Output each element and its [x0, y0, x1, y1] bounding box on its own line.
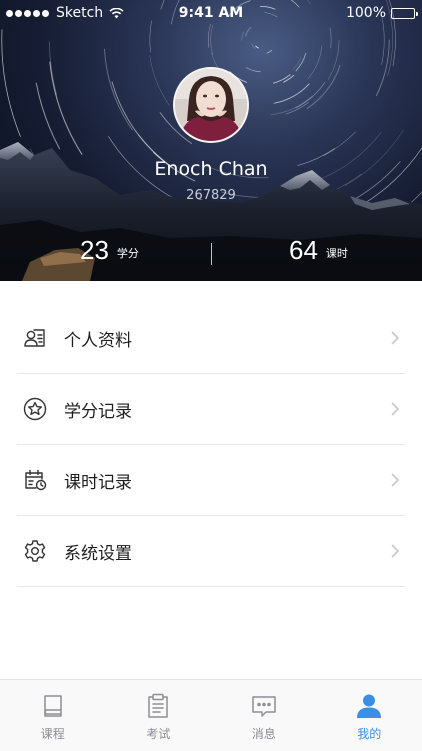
credits-unit: 学分 — [117, 245, 139, 261]
gear-icon — [22, 538, 48, 564]
hours-unit: 课时 — [326, 245, 348, 261]
chat-bubble-icon — [250, 692, 278, 720]
tab-mine[interactable]: 我的 — [317, 680, 422, 751]
menu-item-system-settings[interactable]: 系统设置 — [17, 516, 405, 587]
status-bar: Sketch 9:41 AM 100% — [0, 0, 422, 28]
tab-label: 我的 — [357, 725, 381, 742]
chevron-right-icon — [390, 331, 400, 345]
person-icon — [355, 692, 383, 720]
credits-stat: 23 学分 — [80, 236, 139, 264]
stat-divider — [211, 243, 212, 265]
battery-percent: 100% — [346, 5, 386, 21]
user-name: Enoch Chan — [0, 158, 422, 180]
clipboard-icon — [144, 692, 172, 720]
avatar-photo — [175, 69, 247, 141]
chevron-right-icon — [390, 473, 400, 487]
chevron-right-icon — [390, 544, 400, 558]
menu-item-credit-records[interactable]: 学分记录 — [17, 374, 405, 445]
menu-item-hour-records[interactable]: 课时记录 — [17, 445, 405, 516]
profile-header: Sketch 9:41 AM 100% Enoch Chan 26 — [0, 0, 422, 281]
tab-label: 消息 — [252, 725, 276, 742]
tab-label: 考试 — [146, 725, 170, 742]
chevron-right-icon — [390, 402, 400, 416]
tab-label: 课程 — [41, 725, 65, 742]
credits-value: 23 — [80, 236, 109, 264]
user-id: 267829 — [0, 188, 422, 203]
calendar-clock-icon — [22, 467, 48, 493]
avatar[interactable] — [173, 67, 249, 143]
tab-exams[interactable]: 考试 — [106, 680, 212, 751]
hours-stat: 64 课时 — [289, 236, 348, 264]
menu-item-profile[interactable]: 个人资料 — [17, 303, 405, 374]
hours-value: 64 — [289, 236, 318, 264]
tab-courses[interactable]: 课程 — [0, 680, 106, 751]
settings-menu: 个人资料 学分记录 课时记录 — [0, 303, 422, 587]
tab-bar: 课程 考试 消息 我的 — [0, 679, 422, 751]
star-circle-icon — [22, 396, 48, 422]
menu-item-label: 个人资料 — [64, 326, 390, 351]
battery-icon — [391, 8, 415, 19]
menu-item-label: 学分记录 — [64, 397, 390, 422]
profile-card-icon — [22, 325, 48, 351]
menu-item-label: 课时记录 — [64, 468, 390, 493]
tab-messages[interactable]: 消息 — [211, 680, 317, 751]
book-icon — [39, 692, 67, 720]
menu-item-label: 系统设置 — [64, 539, 390, 564]
